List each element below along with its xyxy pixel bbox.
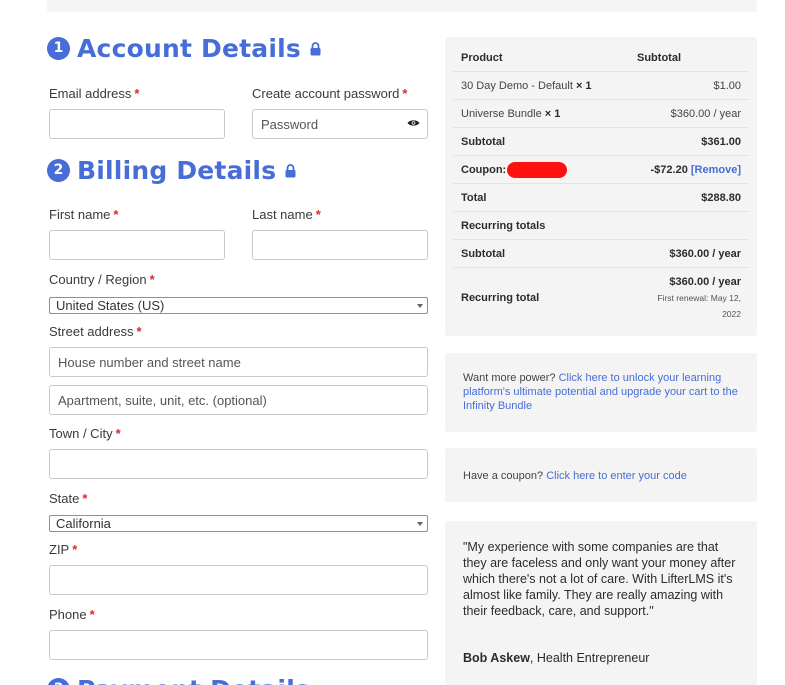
recurring-totals-row: Recurring totals	[453, 212, 749, 240]
author-title: , Health Entrepreneur	[529, 651, 650, 665]
testimonial-box: "My experience with some companies are t…	[445, 521, 757, 685]
recurring-total-value: $360.00 / year	[669, 276, 741, 288]
city-label: Town / City *	[49, 426, 121, 441]
step-number-1: 1	[47, 36, 70, 60]
phone-input[interactable]	[49, 630, 428, 660]
chevron-down-icon	[417, 522, 423, 526]
line-item: Universe Bundle × 1 $360.00 / year	[453, 100, 749, 128]
step-number-2: 2	[47, 158, 70, 182]
state-label: State *	[49, 491, 88, 506]
total-value: $288.80	[701, 192, 741, 204]
subtotal-header: Subtotal	[637, 52, 681, 64]
state-select[interactable]: California	[49, 515, 428, 532]
zip-input[interactable]	[49, 565, 428, 595]
email-input[interactable]	[49, 109, 225, 139]
first-name-input[interactable]	[49, 230, 225, 260]
street-input[interactable]	[49, 347, 428, 377]
phone-label: Phone *	[49, 607, 95, 622]
remove-coupon-link[interactable]: [Remove]	[691, 164, 741, 176]
item-qty: × 1	[544, 108, 561, 120]
coupon-row: Coupon: -$72.20 [Remove]	[453, 156, 749, 184]
coupon-box: Have a coupon? Click here to enter your …	[445, 448, 757, 502]
subtotal-value: $361.00	[701, 136, 741, 148]
item-name: Universe Bundle	[461, 108, 542, 120]
recurring-subtotal-row: Subtotal $360.00 / year	[453, 240, 749, 268]
first-name-label: First name *	[49, 207, 119, 222]
subtotal-row: Subtotal $361.00	[453, 128, 749, 156]
step-number-3: 3	[47, 677, 70, 685]
item-price: $360.00 / year	[670, 108, 741, 120]
zip-label: ZIP *	[49, 542, 78, 557]
first-renewal-date: First renewal: May 12,	[657, 293, 741, 303]
coupon-discount: -$72.20	[650, 164, 688, 176]
enter-coupon-link[interactable]: Click here to enter your code	[546, 470, 687, 482]
product-header: Product	[461, 52, 503, 64]
recurring-total-row: Recurring total $360.00 / year First ren…	[461, 276, 741, 319]
password-input[interactable]	[252, 109, 428, 139]
order-summary: Product Subtotal 30 Day Demo - Default ×…	[445, 37, 757, 336]
last-name-input[interactable]	[252, 230, 428, 260]
redacted-coupon-code	[507, 162, 568, 178]
lock-icon	[285, 164, 296, 178]
lock-icon	[310, 42, 321, 56]
recurring-subtotal-value: $360.00 / year	[669, 248, 741, 260]
account-details-title: Account Details	[77, 33, 301, 63]
account-details-heading: 1 Account Details	[47, 32, 321, 64]
country-label: Country / Region *	[49, 272, 155, 287]
street-label: Street address *	[49, 324, 142, 339]
item-name: 30 Day Demo - Default	[461, 80, 573, 92]
city-input[interactable]	[49, 449, 428, 479]
email-label: Email address *	[49, 86, 140, 101]
author-name: Bob Askew	[463, 651, 530, 665]
billing-details-heading: 2 Billing Details	[47, 154, 296, 186]
item-price: $1.00	[713, 80, 741, 92]
line-item: 30 Day Demo - Default × 1 $1.00	[453, 72, 749, 100]
upsell-text: Want more power? Click here to unlock yo…	[463, 372, 738, 412]
top-bar	[47, 0, 757, 12]
total-row: Total $288.80	[453, 184, 749, 212]
password-label: Create account password *	[252, 86, 408, 101]
payment-details-title: Payment Details	[77, 675, 310, 685]
upsell-box: Want more power? Click here to unlock yo…	[445, 353, 757, 432]
eye-icon[interactable]	[407, 119, 420, 127]
testimonial-author: Bob Askew, Health Entrepreneur	[463, 651, 649, 665]
billing-details-title: Billing Details	[77, 155, 277, 185]
last-name-label: Last name *	[252, 207, 321, 222]
item-qty: × 1	[575, 80, 592, 92]
country-select[interactable]: United States (US)	[49, 297, 428, 314]
summary-header-row: Product Subtotal	[453, 43, 749, 72]
first-renewal-year: 2022	[722, 309, 741, 319]
coupon-prompt: Have a coupon? Click here to enter your …	[463, 470, 687, 482]
chevron-down-icon	[417, 304, 423, 308]
testimonial-quote: "My experience with some companies are t…	[463, 540, 736, 618]
payment-details-heading: 3 Payment Details	[47, 673, 310, 685]
apartment-input[interactable]	[49, 385, 428, 415]
